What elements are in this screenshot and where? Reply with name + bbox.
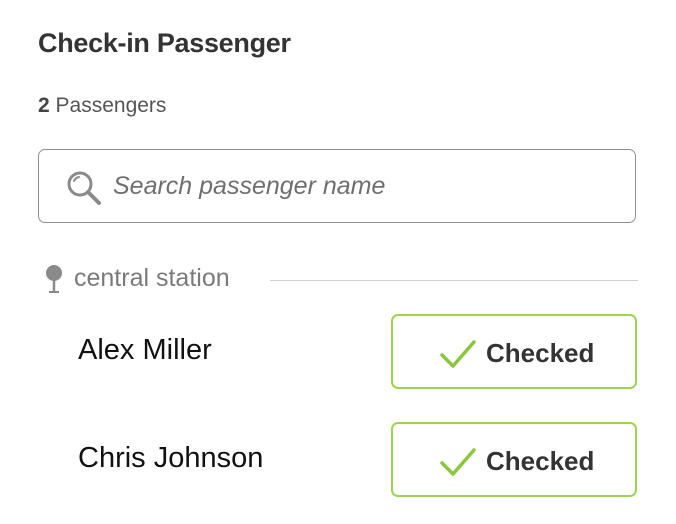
- search-icon: [67, 171, 101, 205]
- passenger-row: Alex Miller Checked: [0, 314, 676, 390]
- checked-label: Checked: [486, 446, 595, 476]
- passenger-name: Chris Johnson: [78, 442, 264, 474]
- search-input[interactable]: [113, 160, 613, 212]
- passenger-count: 2 Passengers: [38, 94, 166, 118]
- passenger-name: Alex Miller: [78, 334, 212, 366]
- checked-label: Checked: [486, 338, 595, 368]
- checkmark-icon: [440, 340, 476, 368]
- checkmark-icon: [440, 448, 476, 476]
- passenger-row: Chris Johnson Checked: [0, 422, 676, 498]
- station-name: central station: [74, 264, 230, 292]
- pin-icon: [46, 265, 62, 293]
- passenger-count-number: 2: [38, 94, 50, 117]
- page-title: Check-in Passenger: [38, 28, 291, 58]
- station-section: central station: [44, 262, 638, 296]
- passenger-count-label: Passengers: [55, 94, 167, 117]
- checked-button[interactable]: Checked: [391, 422, 637, 497]
- checked-button[interactable]: Checked: [391, 314, 637, 389]
- search-box[interactable]: [38, 149, 636, 223]
- station-divider: [270, 280, 638, 281]
